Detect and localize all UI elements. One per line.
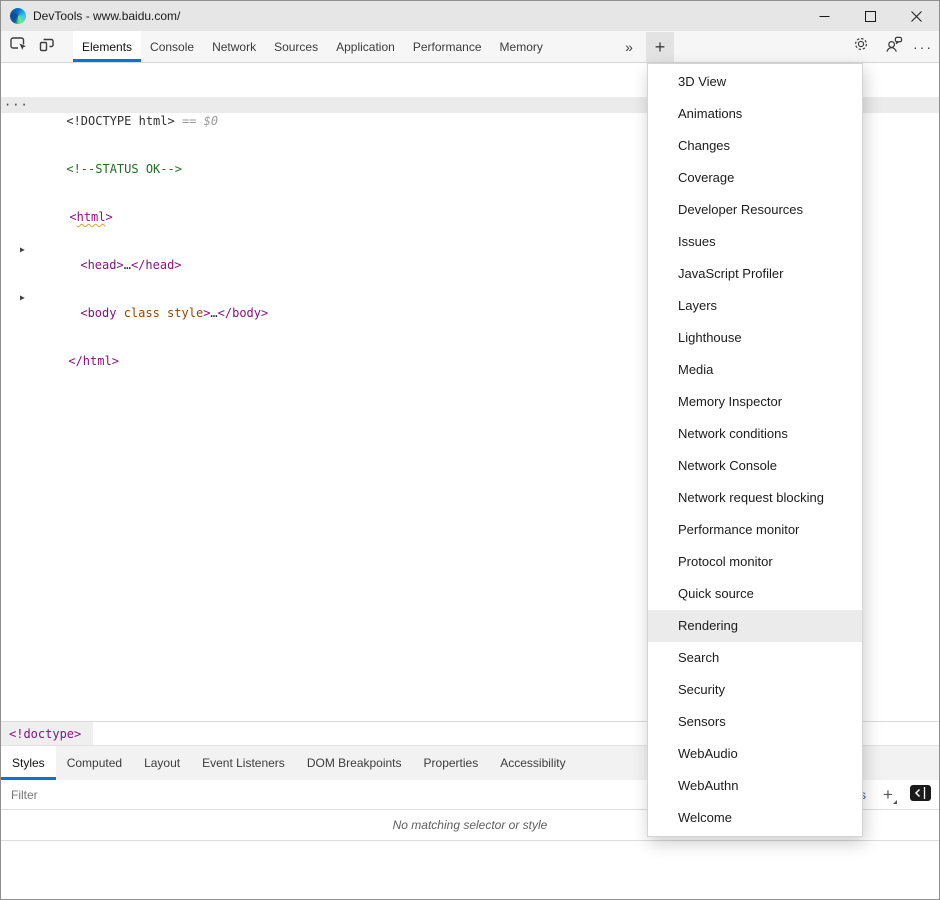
plus-icon: + bbox=[655, 37, 666, 58]
menu-item-3d-view[interactable]: 3D View bbox=[648, 66, 862, 98]
menu-item-performance-monitor[interactable]: Performance monitor bbox=[648, 514, 862, 546]
feedback-button[interactable] bbox=[880, 31, 906, 62]
menu-item-rendering[interactable]: Rendering bbox=[648, 610, 862, 642]
styles-tab-accessibility[interactable]: Accessibility bbox=[489, 746, 576, 780]
styles-toolbar-right: s + bbox=[860, 780, 931, 810]
devtools-toolbar: ElementsConsoleNetworkSourcesApplication… bbox=[1, 31, 939, 63]
tab-console[interactable]: Console bbox=[141, 31, 203, 62]
empty-message: No matching selector or style bbox=[393, 818, 548, 832]
menu-item-developer-resources[interactable]: Developer Resources bbox=[648, 194, 862, 226]
more-tools-button[interactable]: + bbox=[646, 32, 674, 62]
styles-tab-event-listeners[interactable]: Event Listeners bbox=[191, 746, 296, 780]
menu-item-security[interactable]: Security bbox=[648, 674, 862, 706]
plus-icon: + bbox=[883, 785, 893, 805]
menu-item-media[interactable]: Media bbox=[648, 354, 862, 386]
expand-arrow-icon[interactable]: ▶ bbox=[20, 242, 25, 258]
maximize-icon bbox=[865, 11, 876, 22]
node-actions-dots-icon[interactable]: ··· bbox=[4, 97, 29, 113]
menu-item-protocol-monitor[interactable]: Protocol monitor bbox=[648, 546, 862, 578]
gear-icon bbox=[852, 35, 870, 58]
devtools-window: DevTools - www.baidu.com/ bbox=[0, 0, 940, 900]
menu-item-javascript-profiler[interactable]: JavaScript Profiler bbox=[648, 258, 862, 290]
dropdown-corner-icon bbox=[893, 800, 897, 804]
menu-item-network-console[interactable]: Network Console bbox=[648, 450, 862, 482]
menu-item-coverage[interactable]: Coverage bbox=[648, 162, 862, 194]
styles-filter-input[interactable] bbox=[11, 788, 511, 802]
double-chevron-icon: » bbox=[625, 39, 633, 55]
menu-item-search[interactable]: Search bbox=[648, 642, 862, 674]
menu-item-issues[interactable]: Issues bbox=[648, 226, 862, 258]
menu-item-memory-inspector[interactable]: Memory Inspector bbox=[648, 386, 862, 418]
breadcrumb-item-doctype[interactable]: <!doctype> bbox=[1, 722, 93, 745]
tab-elements[interactable]: Elements bbox=[73, 31, 141, 62]
titlebar: DevTools - www.baidu.com/ bbox=[1, 1, 939, 31]
device-emulation-icon bbox=[37, 35, 57, 58]
maximize-button[interactable] bbox=[847, 1, 893, 31]
inspect-cursor-icon bbox=[9, 35, 29, 58]
menu-item-quick-source[interactable]: Quick source bbox=[648, 578, 862, 610]
minimize-button[interactable] bbox=[801, 1, 847, 31]
inspect-element-button[interactable] bbox=[5, 31, 33, 62]
menu-item-network-conditions[interactable]: Network conditions bbox=[648, 418, 862, 450]
styles-tab-layout[interactable]: Layout bbox=[133, 746, 191, 780]
menu-item-changes[interactable]: Changes bbox=[648, 130, 862, 162]
ellipsis-icon: ··· bbox=[913, 39, 933, 55]
tab-performance[interactable]: Performance bbox=[404, 31, 491, 62]
menu-item-webauthn[interactable]: WebAuthn bbox=[648, 770, 862, 802]
more-tabs-button[interactable]: » bbox=[615, 31, 643, 62]
styles-tab-dom-breakpoints[interactable]: DOM Breakpoints bbox=[296, 746, 413, 780]
menu-item-sensors[interactable]: Sensors bbox=[648, 706, 862, 738]
new-style-rule-button[interactable]: + bbox=[878, 785, 898, 805]
expand-arrow-icon[interactable]: ▶ bbox=[20, 290, 25, 306]
tab-memory[interactable]: Memory bbox=[491, 31, 552, 62]
selected-node-marker: == $0 bbox=[175, 114, 218, 128]
device-toolbar-button[interactable] bbox=[33, 31, 61, 62]
minimize-icon bbox=[819, 11, 830, 22]
tab-application[interactable]: Application bbox=[327, 31, 404, 62]
customize-devtools-button[interactable]: ··· bbox=[910, 31, 936, 62]
menu-item-layers[interactable]: Layers bbox=[648, 290, 862, 322]
tab-network[interactable]: Network bbox=[203, 31, 265, 62]
window-controls bbox=[801, 1, 939, 31]
close-button[interactable] bbox=[893, 1, 939, 31]
window-title: DevTools - www.baidu.com/ bbox=[33, 9, 180, 23]
menu-item-network-request-blocking[interactable]: Network request blocking bbox=[648, 482, 862, 514]
tab-sources[interactable]: Sources bbox=[265, 31, 327, 62]
devtools-tabs: ElementsConsoleNetworkSourcesApplication… bbox=[73, 31, 552, 62]
feedback-person-icon bbox=[884, 35, 903, 58]
menu-item-lighthouse[interactable]: Lighthouse bbox=[648, 322, 862, 354]
more-tools-menu: 3D ViewAnimationsChangesCoverageDevelope… bbox=[647, 63, 863, 837]
menu-item-animations[interactable]: Animations bbox=[648, 98, 862, 130]
edge-logo-icon bbox=[10, 8, 26, 24]
html-tag-issue-squiggle: html bbox=[77, 210, 106, 224]
styles-tab-computed[interactable]: Computed bbox=[56, 746, 133, 780]
menu-item-welcome[interactable]: Welcome bbox=[648, 802, 862, 834]
styles-tab-properties[interactable]: Properties bbox=[413, 746, 490, 780]
toggle-sidebar-button[interactable] bbox=[910, 785, 931, 806]
styles-tab-styles[interactable]: Styles bbox=[1, 746, 56, 780]
menu-item-webaudio[interactable]: WebAudio bbox=[648, 738, 862, 770]
settings-button[interactable] bbox=[848, 31, 874, 62]
close-icon bbox=[911, 11, 922, 22]
